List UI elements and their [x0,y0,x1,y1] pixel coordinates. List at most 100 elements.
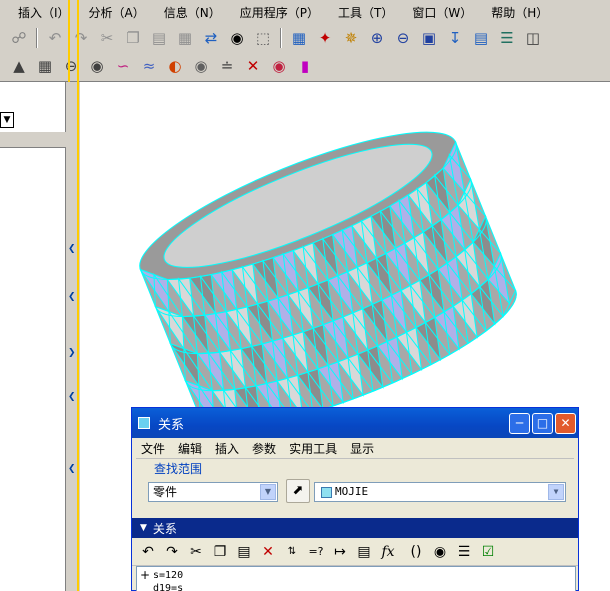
show-dropdown[interactable]: ▼ [0,112,14,128]
expand-arrow-icon[interactable]: ❯ [68,348,76,358]
draft-icon[interactable]: ◉ [188,55,214,79]
refit-icon[interactable]: ▣ [416,26,442,50]
chevron-down-icon[interactable]: ▼ [548,484,564,500]
collapse-arrow-icon[interactable]: ❮ [68,392,76,402]
close-button[interactable]: ✕ [555,413,576,434]
view-manager-icon[interactable]: ▤ [468,26,494,50]
relations-editor[interactable]: + s=120 d19=s [136,566,576,591]
color-bars-icon[interactable]: ▮ [292,55,318,79]
sort-icon[interactable]: ☰ [452,541,476,563]
find-scope-group: 查找范围 零件 ▼ ⬈ MOJIE ▼ [136,458,574,518]
relations-toolbar: ↶ ↷ ✂ ❐ ▤ ✕ ⇅ =? ↦ ▤ fx () ◉ ☰ ☑ [132,538,578,566]
find-scope-label: 查找范围 [154,462,203,476]
redo-icon[interactable]: ↷ [160,541,184,563]
relations-section-header[interactable]: ▼ 关系 [132,518,578,538]
zoom-out-icon[interactable]: ⊖ [390,26,416,50]
mass-properties-icon[interactable]: ◉ [84,55,110,79]
dialog-menu-show[interactable]: 显示 [350,440,374,457]
relations-dialog: 关系 ─ □ ✕ 文件 编辑 插入 参数 实用工具 显示 查找范围 零件 ▼ ⬈… [131,407,579,591]
measure-distance-icon[interactable]: ↦ [328,541,352,563]
surface-analysis-icon[interactable]: ≈ [136,55,162,79]
copy-icon[interactable]: ❐ [208,541,232,563]
shade-icon[interactable]: ◉ [266,55,292,79]
menu-bar: 插入（I） 分析（A） 信息（N） 应用程序（P） 工具（T） 窗口（W） 帮助… [0,0,610,24]
delete-icon[interactable]: ✕ [256,541,280,563]
model-tree-header [0,132,66,148]
relations-header-label: 关系 [152,521,177,536]
part-icon [321,486,332,498]
measure-icon[interactable]: ▲ [6,55,32,79]
model-select[interactable]: MOJIE ▼ [314,482,566,502]
layers-icon[interactable]: ☰ [494,26,520,50]
undo-icon[interactable]: ↶ [136,541,160,563]
dialog-menu-utilities[interactable]: 实用工具 [289,440,337,457]
chevron-down-icon[interactable]: ▼ [260,484,276,500]
collapse-triangle-icon[interactable]: ▼ [140,523,147,533]
undo-icon[interactable]: ↶ [42,26,68,50]
maximize-button[interactable]: □ [532,413,553,434]
paste-special-icon[interactable]: ▦ [172,26,198,50]
lock-icon[interactable]: ▤ [352,541,376,563]
dialog-menu-parameters[interactable]: 参数 [252,440,276,457]
paste-icon[interactable]: ▤ [232,541,256,563]
menu-tools[interactable]: 工具（T） [338,4,393,21]
curve-analysis-icon[interactable]: ∽ [110,55,136,79]
toolbar-separator [36,28,38,48]
scope-type-value: 零件 [153,485,178,499]
redo-icon[interactable]: ↷ [68,26,94,50]
regenerate-manager-icon[interactable]: ⇄ [198,26,224,50]
menu-applications[interactable]: 应用程序（P） [240,4,319,21]
model-value: MOJIE [335,485,369,498]
paste-icon[interactable]: ▤ [146,26,172,50]
cut-icon[interactable]: ✂ [94,26,120,50]
brackets-icon[interactable]: () [404,541,428,563]
datum-display-icon[interactable]: ✦ [312,26,338,50]
reorient-icon[interactable]: ↧ [442,26,468,50]
analysis-toolbar: ▲ ▦ ⊖ ◉ ∽ ≈ ◐ ◉ ≐ ✕ ◉ ▮ [0,52,610,82]
diameter-icon[interactable]: ⊖ [58,55,84,79]
datum-planes-icon[interactable]: ◫ [520,26,546,50]
regenerate-icon[interactable]: ☍ [6,26,32,50]
cursor-arrow-icon: ⬈ [292,483,304,498]
zoom-in-icon[interactable]: ⊕ [364,26,390,50]
relation-line[interactable]: d19=s [153,583,183,591]
dialog-menu-file[interactable]: 文件 [141,440,165,457]
menu-insert[interactable]: 插入（I） [18,4,70,21]
splitter-edge-highlight [77,0,79,591]
named-view-icon[interactable]: ▦ [286,26,312,50]
copy-icon[interactable]: ❐ [120,26,146,50]
collapse-arrow-icon[interactable]: ❮ [68,244,76,254]
menu-info[interactable]: 信息（N） [164,4,221,21]
function-icon[interactable]: fx [376,541,400,563]
toolbar-separator [280,28,282,48]
find-icon[interactable]: ◉ [224,26,250,50]
collapse-arrow-icon[interactable]: ❮ [68,292,76,302]
menu-analysis[interactable]: 分析（A） [89,4,145,21]
area-icon[interactable]: ▦ [32,55,58,79]
evaluate-icon[interactable]: =? [304,541,328,563]
switch-dimensions-icon[interactable]: ⇅ [280,541,304,563]
dialog-menu-insert[interactable]: 插入 [215,440,239,457]
delete-analysis-icon[interactable]: ✕ [240,55,266,79]
scope-type-select[interactable]: 零件 ▼ [148,482,278,502]
menu-window[interactable]: 窗口（W） [412,4,472,21]
dialog-title: 关系 [158,417,185,433]
spin-center-icon[interactable]: ✵ [338,26,364,50]
dialog-app-icon [138,417,150,429]
curvature-icon[interactable]: ◐ [162,55,188,79]
dialog-title-bar[interactable]: 关系 ─ □ ✕ [132,408,578,438]
expand-plus-icon[interactable]: + [140,568,150,582]
menu-help[interactable]: 帮助（H） [491,4,548,21]
main-toolbar: ☍ ↶ ↷ ✂ ❐ ▤ ▦ ⇄ ◉ ⬚ ▦ ✦ ✵ ⊕ ⊖ ▣ ↧ ▤ ☰ ◫ [0,24,610,52]
minimize-button[interactable]: ─ [509,413,530,434]
cut-icon[interactable]: ✂ [184,541,208,563]
collapse-arrow-icon[interactable]: ❮ [68,464,76,474]
offset-analysis-icon[interactable]: ≐ [214,55,240,79]
dialog-menu-edit[interactable]: 编辑 [178,440,202,457]
check-icon[interactable]: ☑ [476,541,500,563]
relation-line[interactable]: s=120 [153,570,183,581]
select-box-icon[interactable]: ⬚ [250,26,276,50]
verify-icon[interactable]: ◉ [428,541,452,563]
select-model-button[interactable]: ⬈ [286,479,310,503]
model-tree-panel[interactable]: ▼ [0,82,66,591]
